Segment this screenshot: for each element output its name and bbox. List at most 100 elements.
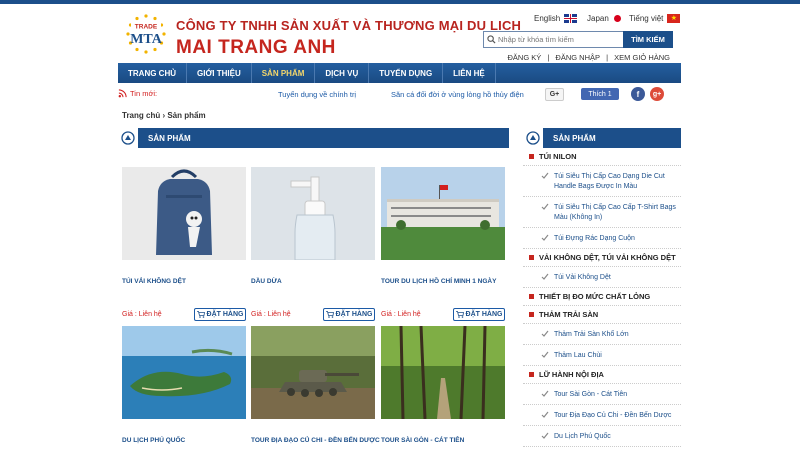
product-price-row: Giá : Liên hệ ĐẶT HÀNG xyxy=(251,308,375,322)
product-name[interactable]: TOUR ĐỊA ĐẠO CỦ CHI - ĐỀN BẾN DƯỢC xyxy=(251,437,380,444)
sidebar-category-item[interactable]: TÚI NILON xyxy=(523,148,681,166)
lang-english-label: English xyxy=(534,14,561,23)
bullet-icon xyxy=(529,372,534,377)
product-card: TOUR SÀI GÒN - CÁT TIÊN xyxy=(381,326,505,444)
product-image[interactable] xyxy=(381,326,505,419)
search-icon xyxy=(484,32,498,47)
lang-english[interactable]: English xyxy=(534,14,578,23)
news-item[interactable]: Săn cá đối đời ở vùng lòng hồ thủy điện xyxy=(391,90,524,99)
bullet-icon xyxy=(529,294,534,299)
product-card: DU LỊCH PHÚ QUỐC xyxy=(122,326,246,444)
uk-flag-icon xyxy=(564,14,578,23)
sidebar-subcategory-label: Túi Siêu Thị Cấp Cao Dạng Die Cut Handle… xyxy=(554,173,665,190)
sidebar-subcategory-item[interactable]: Du Lịch Phú Quốc xyxy=(523,426,681,447)
check-icon xyxy=(541,432,549,439)
search-bar: TÌM KIẾM xyxy=(483,31,673,48)
check-icon xyxy=(541,234,549,241)
product-card: DẦU DỪA Giá : Liên hệ ĐẶT HÀNG xyxy=(251,167,375,321)
product-image[interactable] xyxy=(251,167,375,260)
sidebar-subcategory-label: Thảm Trải Sàn Khổ Lớn xyxy=(554,331,629,338)
bullet-icon xyxy=(529,255,534,260)
lang-vietnamese-label: Tiếng việt xyxy=(629,14,664,23)
nav-services[interactable]: DỊCH VỤ xyxy=(315,63,370,83)
bullet-icon xyxy=(529,312,534,317)
sidebar-category-item[interactable]: THẢM TRẢI SÀN xyxy=(523,306,681,324)
product-name[interactable]: DẦU DỪA xyxy=(251,278,375,285)
sidebar-subcategory-label: Túi Đựng Rác Dạng Cuộn xyxy=(554,235,635,242)
facebook-icon[interactable]: f xyxy=(631,87,645,101)
main-nav-bar: TRANG CHỦ GIỚI THIỆU SẢN PHẨM DỊCH VỤ TU… xyxy=(118,63,681,83)
sidebar-subcategory-label: Túi Vải Không Dệt xyxy=(554,274,611,281)
site-header: TRADE MTA CÔNG TY TNHH SẢN XUẤT VÀ THƯƠN… xyxy=(0,4,800,62)
product-image[interactable] xyxy=(122,326,246,419)
sidebar-subcategory-item[interactable]: Tour Địa Đạo Củ Chi - Đền Bến Dược xyxy=(523,405,681,426)
news-ticker: Tin mới: Tuyển dụng về chính trị Săn cá … xyxy=(118,86,681,104)
sidebar-subcategory-item[interactable]: Tour Sài Gòn - Cát Tiên xyxy=(523,384,681,405)
sidebar-subcategory-item[interactable]: Túi Siêu Thị Cấp Cao Dạng Die Cut Handle… xyxy=(523,166,681,197)
search-input[interactable] xyxy=(498,32,618,47)
company-logo[interactable]: TRADE MTA xyxy=(122,10,170,58)
news-item[interactable]: Tuyển dụng về chính trị xyxy=(278,90,356,99)
sidebar-subcategory-label: Tour Địa Đạo Củ Chi - Đền Bến Dược xyxy=(554,412,672,419)
section-emblem-icon xyxy=(523,128,543,148)
product-card: TOUR ĐỊA ĐẠO CỦ CHI - ĐỀN BẾN DƯỢC xyxy=(251,326,380,444)
product-price: Giá : Liên hệ xyxy=(122,311,162,318)
nav-recruitment[interactable]: TUYỂN DỤNG xyxy=(369,63,444,83)
lang-vietnamese[interactable]: Tiếng việt ★ xyxy=(629,14,681,23)
sidebar-subcategory-item[interactable]: Thảm Trải Sàn Khổ Lớn xyxy=(523,324,681,345)
sidebar-subcategory-item[interactable]: Túi Siêu Thị Cấp Cao Cấp T-Shirt Bags Mà… xyxy=(523,197,681,228)
svg-text:TRADE: TRADE xyxy=(135,24,158,31)
account-separator: | xyxy=(547,53,550,62)
nav-about[interactable]: GIỚI THIỆU xyxy=(187,63,252,83)
sidebar-subcategory-item[interactable]: Túi Đựng Rác Dạng Cuộn xyxy=(523,228,681,249)
main-nav: TRANG CHỦ GIỚI THIỆU SẢN PHẨM DỊCH VỤ TU… xyxy=(0,63,800,83)
company-name-line2: MAI TRANG ANH xyxy=(176,37,336,58)
product-name[interactable]: TOUR SÀI GÒN - CÁT TIÊN xyxy=(381,437,505,444)
sidebar-subcategory-item[interactable]: Thảm Lau Chùi xyxy=(523,345,681,366)
cart-icon xyxy=(196,311,205,318)
view-cart-link[interactable]: XEM GIỎ HÀNG xyxy=(612,53,672,62)
product-name[interactable]: TOUR DU LỊCH HỒ CHÍ MINH 1 NGÀY xyxy=(381,278,505,285)
nav-products[interactable]: SẢN PHẨM xyxy=(252,63,316,83)
section-emblem-icon xyxy=(118,128,138,148)
gplus-button[interactable]: G+ xyxy=(545,88,564,101)
product-price: Giá : Liên hệ xyxy=(381,311,421,318)
lang-japan[interactable]: Japan xyxy=(587,14,622,23)
vietnam-flag-icon: ★ xyxy=(667,14,681,23)
sidebar-category-item[interactable]: THIẾT BỊ ĐO MỨC CHẤT LỎNG xyxy=(523,288,681,306)
product-price: Giá : Liên hệ xyxy=(251,311,291,318)
facebook-like-button[interactable]: Thích 1 xyxy=(581,88,619,100)
check-icon xyxy=(541,330,549,337)
sidebar-subcategory-label: Tour Sài Gòn - Cát Tiên xyxy=(554,391,628,398)
company-name-line1: CÔNG TY TNHH SẢN XUẤT VÀ THƯƠNG MẠI DU L… xyxy=(176,18,522,33)
order-button-label: ĐẶT HÀNG xyxy=(206,311,244,318)
breadcrumb[interactable]: Trang chủ › Sản phẩm xyxy=(122,111,206,120)
login-link[interactable]: ĐĂNG NHẬP xyxy=(553,53,602,62)
product-name[interactable]: DU LỊCH PHÚ QUỐC xyxy=(122,437,246,444)
nav-contact[interactable]: LIÊN HỆ xyxy=(443,63,496,83)
nav-home[interactable]: TRANG CHỦ xyxy=(118,63,187,83)
google-plus-icon[interactable]: g+ xyxy=(650,87,664,101)
sidebar-subcategory-item[interactable]: Túi Vải Không Dệt xyxy=(523,267,681,288)
product-price-row: Giá : Liên hệ ĐẶT HÀNG xyxy=(122,308,246,322)
sidebar-title: SẢN PHẨM xyxy=(553,133,596,143)
product-image[interactable] xyxy=(381,167,505,260)
product-name[interactable]: TÚI VẢI KHÔNG DỆT xyxy=(122,278,246,285)
product-image[interactable] xyxy=(251,326,375,419)
search-button[interactable]: TÌM KIẾM xyxy=(623,31,673,48)
product-price-row: Giá : Liên hệ ĐẶT HÀNG xyxy=(381,308,505,322)
order-button[interactable]: ĐẶT HÀNG xyxy=(453,308,505,321)
order-button[interactable]: ĐẶT HÀNG xyxy=(194,308,246,321)
lang-japan-label: Japan xyxy=(587,14,609,23)
order-button-label: ĐẶT HÀNG xyxy=(335,311,373,318)
product-image[interactable] xyxy=(122,167,246,260)
sidebar-category-item[interactable]: LỮ HÀNH NỘI ĐỊA xyxy=(523,366,681,384)
news-label-text: Tin mới: xyxy=(130,89,158,98)
sidebar-category-label: THIẾT BỊ ĐO MỨC CHẤT LỎNG xyxy=(539,292,651,301)
news-label: Tin mới: xyxy=(118,89,157,98)
order-button[interactable]: ĐẶT HÀNG xyxy=(323,308,375,321)
sidebar-category-item[interactable]: VẢI KHÔNG DỆT, TÚI VẢI KHÔNG DỆT xyxy=(523,249,681,267)
products-section-title: SẢN PHẨM xyxy=(148,133,191,143)
sidebar-category-label: VẢI KHÔNG DỆT, TÚI VẢI KHÔNG DỆT xyxy=(539,253,676,262)
register-link[interactable]: ĐĂNG KÝ xyxy=(506,53,544,62)
